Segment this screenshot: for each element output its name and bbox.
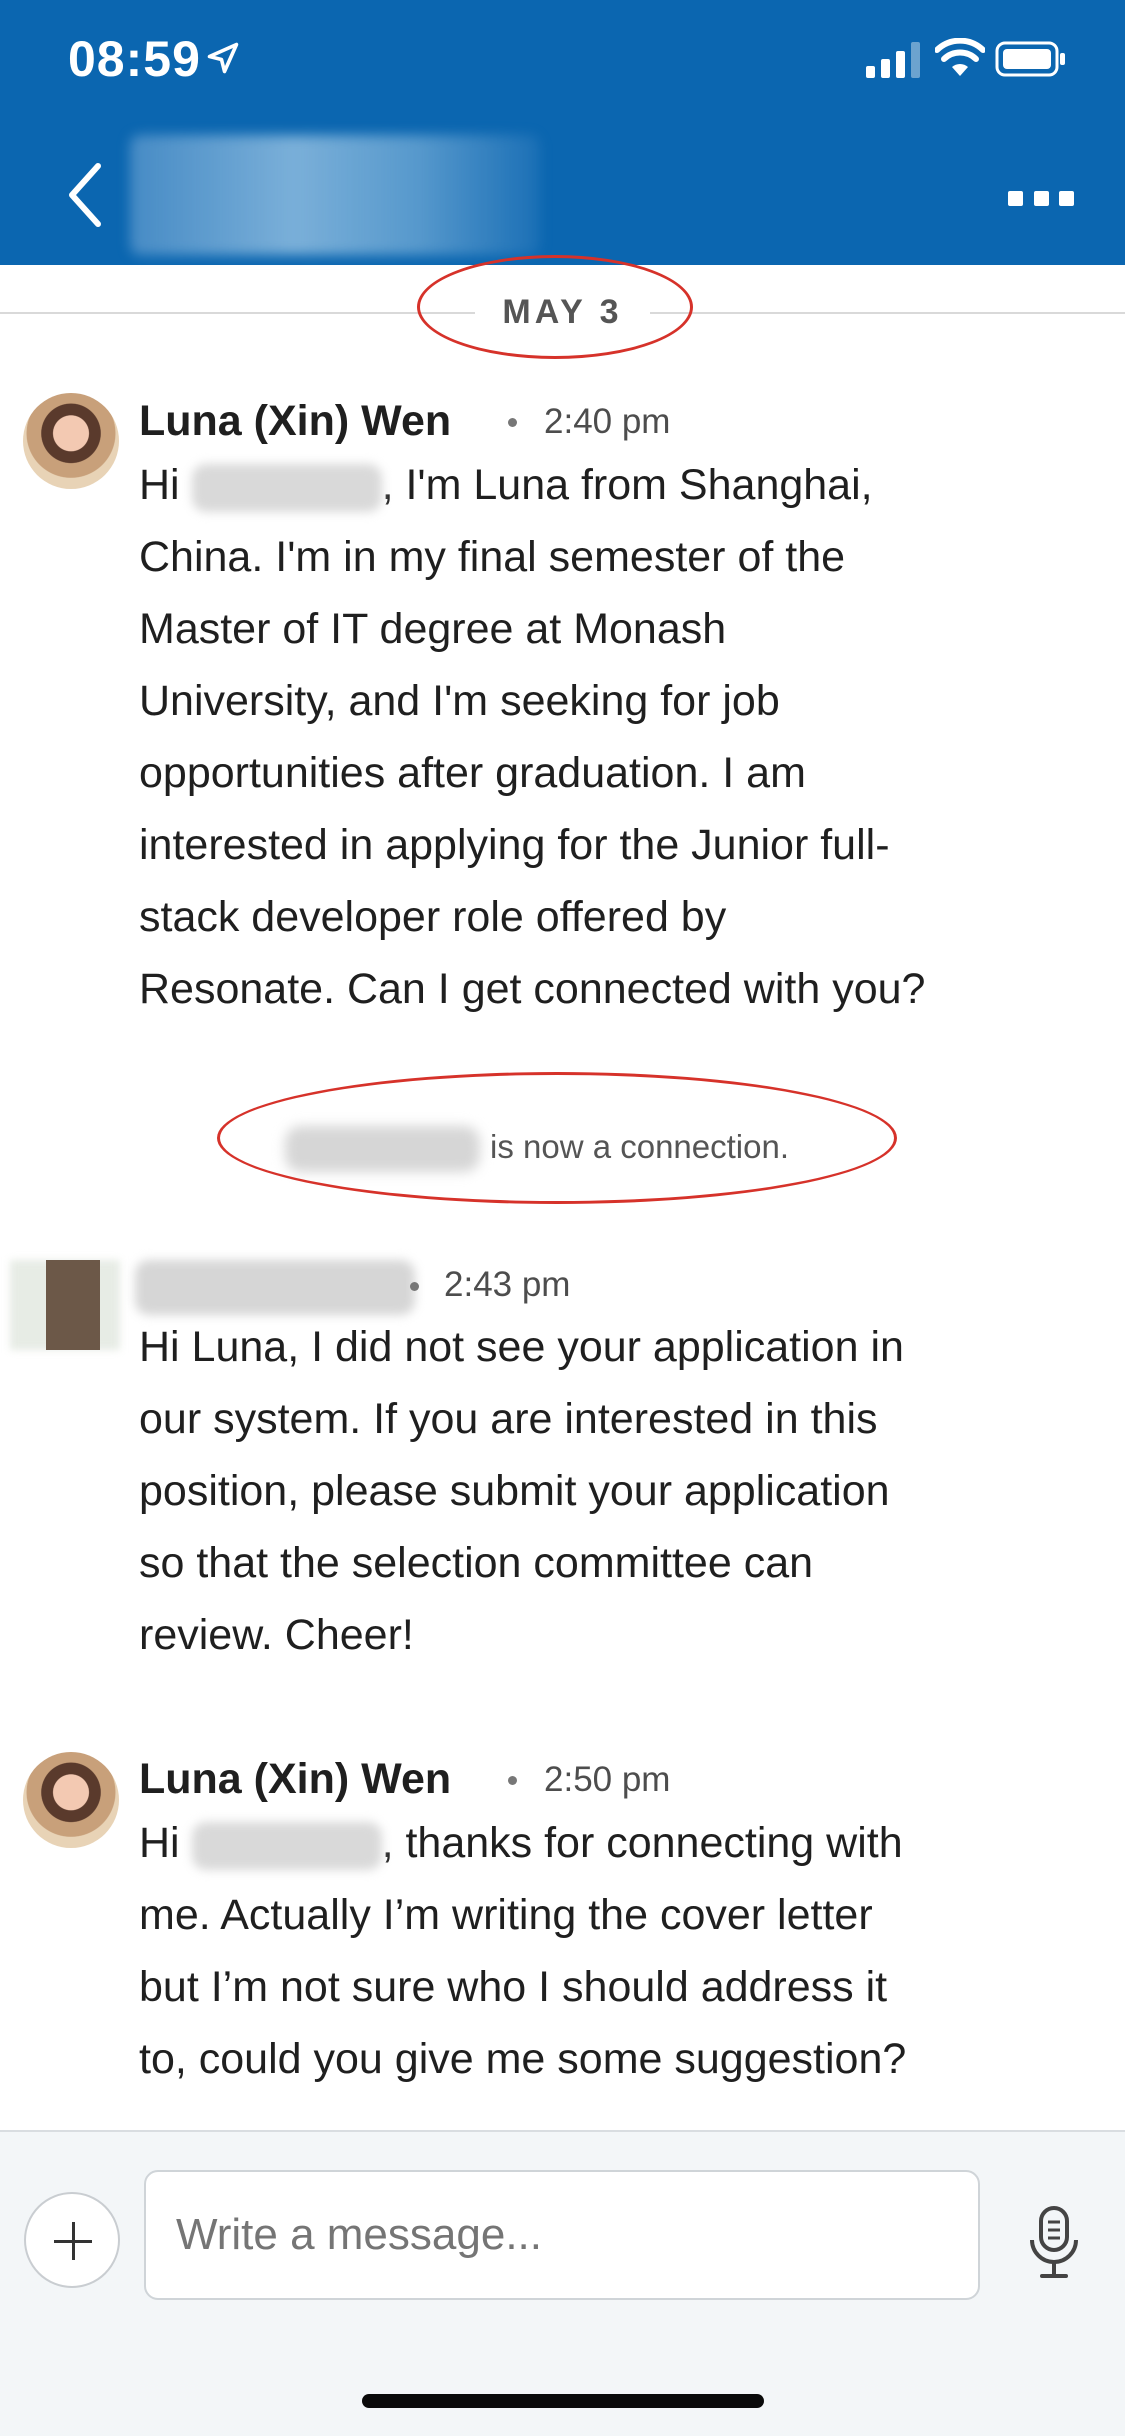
message-body: Hi , I'm Luna from Shanghai, China. I'm …: [139, 449, 1089, 1025]
message-composer: [0, 2130, 1125, 2436]
home-indicator[interactable]: [362, 2394, 764, 2408]
top-header: 08:59: [0, 0, 1125, 265]
battery-icon: [995, 41, 1065, 77]
message-line: University, and I'm seeking for job: [139, 677, 780, 725]
separator-dot: [508, 1776, 517, 1785]
message-line: Resonate. Can I get connected with you?: [139, 965, 926, 1013]
message-line: but I’m not sure who I should address it: [139, 1963, 888, 2011]
message-line: Hi Luna, I did not see your application …: [139, 1323, 904, 1371]
message-line: our system. If you are interested in thi…: [139, 1395, 878, 1443]
location-arrow-icon: [207, 42, 239, 74]
message-line: review. Cheer!: [139, 1611, 414, 1659]
avatar[interactable]: [23, 393, 119, 489]
message-time: 2:50 pm: [544, 1760, 671, 1799]
message-line: to, could you give me some suggestion?: [139, 2035, 907, 2083]
separator-dot: [410, 1282, 419, 1291]
contact-name-redacted[interactable]: [130, 135, 540, 255]
redacted-name: [191, 463, 382, 512]
connection-annotation-circle: [217, 1072, 897, 1204]
message-body: Hi , thanks for connecting with me. Actu…: [139, 1807, 1089, 2095]
message-line: opportunities after graduation. I am: [139, 749, 806, 797]
wifi-icon: [935, 38, 985, 76]
message-sender-name[interactable]: Luna (Xin) Wen: [139, 1755, 451, 1804]
microphone-icon[interactable]: [1024, 2202, 1084, 2282]
message-line: so that the selection committee can: [139, 1539, 814, 1587]
cellular-signal-icon: [866, 42, 920, 78]
message-line: stack developer role offered by: [139, 893, 727, 941]
message-time: 2:40 pm: [544, 402, 671, 441]
status-time: 08:59: [68, 31, 201, 87]
message-line: Master of IT degree at Monash: [139, 605, 727, 653]
message-line: me. Actually I’m writing the cover lette…: [139, 1891, 873, 1939]
avatar[interactable]: [23, 1752, 119, 1848]
message-line: Hi , thanks for connecting with: [139, 1807, 1089, 1879]
plus-icon[interactable]: [24, 2192, 120, 2288]
chevron-left-icon[interactable]: [60, 160, 110, 230]
message-line: interested in applying for the Junior fu…: [139, 821, 890, 869]
separator-dot: [508, 418, 517, 427]
message-body: Hi Luna, I did not see your application …: [139, 1311, 1089, 1671]
redacted-name: [191, 1821, 382, 1870]
message-time: 2:43 pm: [444, 1265, 571, 1304]
message-sender-name[interactable]: Luna (Xin) Wen: [139, 397, 451, 446]
message-line: position, please submit your application: [139, 1467, 890, 1515]
message-line: China. I'm in my final semester of the: [139, 533, 846, 581]
message-input[interactable]: [144, 2170, 980, 2300]
date-annotation-circle: [417, 255, 693, 359]
message-line: Hi , I'm Luna from Shanghai,: [139, 449, 1089, 521]
ellipsis-icon[interactable]: [1008, 188, 1074, 208]
